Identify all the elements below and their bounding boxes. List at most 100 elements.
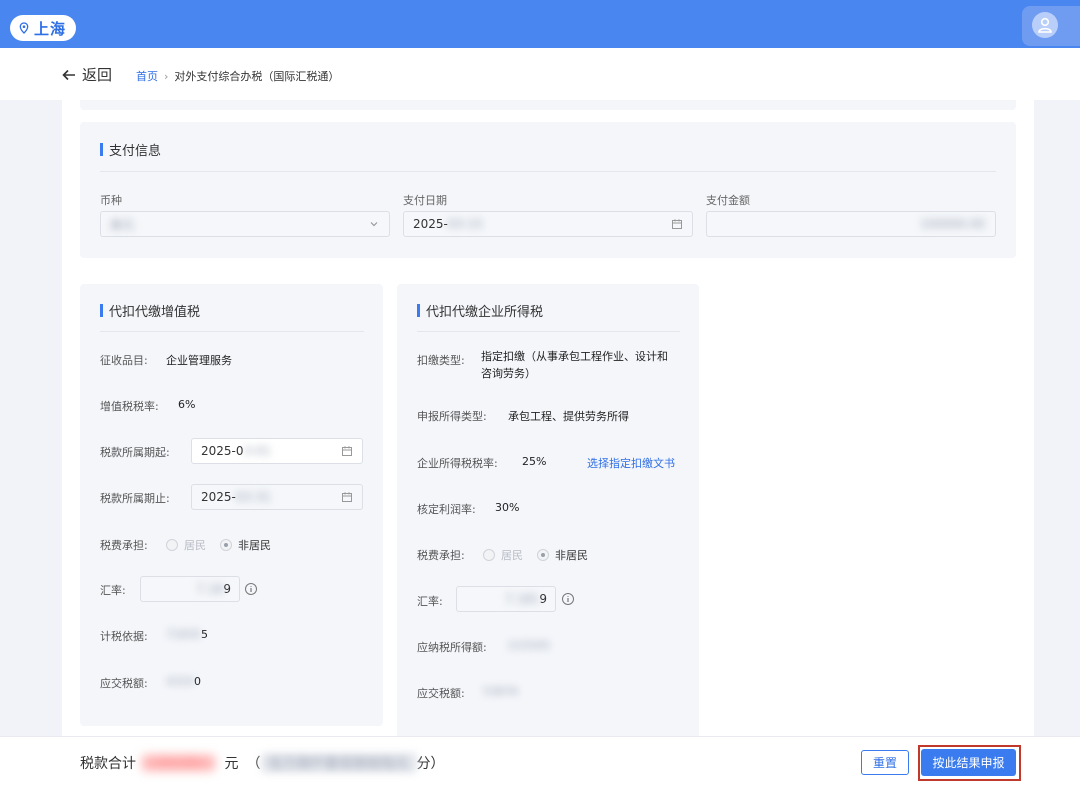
- payment-info-title: 支付信息: [100, 140, 161, 159]
- profit-rate-label: 核定利润率:: [417, 503, 476, 516]
- cit-card: 代扣代缴企业所得税 扣缴类型: 指定扣缴（从事承包工程作业、设计和 咨询劳务） …: [397, 284, 699, 736]
- period-end-hidden: 03-31: [235, 490, 271, 504]
- tax-total-amount: 58186: [142, 755, 215, 771]
- form-sheet: 支付信息 币种 美元 支付日期 2025- 03-15 支付金额 100000.…: [62, 100, 1034, 736]
- tax-base-value: 718355: [166, 628, 208, 641]
- period-start-label: 税款所属期起:: [100, 446, 170, 459]
- tax-due-visible: 0: [194, 675, 201, 688]
- words-tail: 分）: [416, 756, 445, 772]
- withholding-type-label: 扣缴类型:: [417, 354, 465, 367]
- exchange-rate-input[interactable]: 7.18 9: [140, 576, 240, 602]
- open-paren: （: [246, 756, 261, 772]
- info-icon[interactable]: [244, 582, 258, 596]
- tax-base-hidden: 71835: [166, 628, 201, 641]
- vat-title: 代扣代缴增值税: [100, 301, 200, 320]
- tax-item-label: 征收品目:: [100, 354, 148, 367]
- income-type-label: 申报所得类型:: [417, 410, 487, 423]
- submit-declaration-button[interactable]: 按此结果申报: [921, 749, 1016, 776]
- exchange-rate-value: 9: [539, 592, 547, 606]
- tax-total: 税款合计 58186 元 （ 伍万捌仟壹佰捌拾陆元 分）: [80, 753, 445, 773]
- tax-bearer-radio-group: 居民 非居民: [166, 537, 271, 553]
- vat-rate-value: 6%: [178, 398, 196, 411]
- nonresident-radio-label: 非居民: [238, 539, 271, 552]
- cit-rate-label: 企业所得税税率:: [417, 457, 498, 470]
- vat-card: 代扣代缴增值税 征收品目: 企业管理服务 增值税税率: 6% 税款所属期起: 2…: [80, 284, 383, 726]
- top-bar: 上海: [0, 0, 1080, 48]
- period-start-hidden: 3-01: [243, 444, 271, 458]
- exchange-rate-label: 汇率:: [417, 595, 443, 608]
- vat-rate-label: 增值税税率:: [100, 400, 159, 413]
- info-icon[interactable]: [561, 592, 575, 606]
- user-icon: [1038, 17, 1052, 33]
- payment-date-input[interactable]: 2025- 03-15: [403, 211, 693, 237]
- footer-bar: 税款合计 58186 元 （ 伍万捌仟壹佰捌拾陆元 分） 重置 按此结果申报: [0, 736, 1080, 786]
- tax-base-label: 计税依据:: [100, 630, 148, 643]
- select-document-link[interactable]: 选择指定扣缴文书: [587, 455, 675, 471]
- breadcrumb-bar: 返回 首页 › 对外支付综合办税（国际汇税通）: [0, 48, 1080, 100]
- exchange-rate-hidden: 7.181: [505, 592, 540, 606]
- withholding-type-line2: 咨询劳务）: [481, 367, 536, 380]
- period-end-label: 税款所属期止:: [100, 492, 170, 505]
- avatar: [1032, 12, 1058, 38]
- back-button[interactable]: 返回: [62, 64, 112, 85]
- location-pin-icon: [19, 22, 29, 34]
- chevron-down-icon: [370, 222, 378, 227]
- nonresident-radio[interactable]: [537, 549, 549, 561]
- taxable-income-label: 应纳税所得额:: [417, 641, 487, 654]
- payment-date-label: 支付日期: [403, 194, 447, 207]
- back-label: 返回: [82, 66, 113, 84]
- breadcrumb-current: 对外支付综合办税（国际汇税通）: [174, 70, 340, 83]
- calendar-icon: [342, 492, 352, 502]
- currency-value: 美元: [110, 217, 135, 232]
- amount-label: 支付金额: [706, 194, 750, 207]
- cit-title: 代扣代缴企业所得税: [417, 301, 543, 320]
- period-end-value: 2025-: [201, 490, 236, 504]
- section-marker: [100, 143, 103, 156]
- resident-radio-label: 居民: [501, 549, 523, 562]
- taxable-income-hidden: 215505: [508, 639, 550, 652]
- section-title-text: 代扣代缴增值税: [109, 305, 201, 320]
- city-name: 上海: [34, 19, 67, 38]
- calendar-icon: [342, 446, 352, 456]
- cit-rate-value: 25%: [522, 455, 547, 468]
- income-type-value: 承包工程、提供劳务所得: [508, 410, 629, 423]
- exchange-rate-value: 9: [223, 582, 231, 596]
- cit-tax-due-label: 应交税额:: [417, 687, 465, 700]
- nonresident-radio-label: 非居民: [555, 549, 588, 562]
- exchange-rate-label: 汇率:: [100, 584, 126, 597]
- resident-radio[interactable]: [483, 549, 495, 561]
- payment-date-hidden: 03-15: [447, 217, 483, 231]
- section-title-text: 代扣代缴企业所得税: [426, 305, 544, 320]
- period-end-input[interactable]: 2025- 03-31: [191, 484, 363, 510]
- calendar-icon: [672, 219, 682, 229]
- section-marker: [100, 304, 103, 317]
- arrow-left-icon: [62, 69, 75, 80]
- currency-label: 币种: [100, 194, 122, 207]
- breadcrumb-home[interactable]: 首页: [136, 68, 158, 84]
- period-start-input[interactable]: 2025-0 3-01: [191, 438, 363, 464]
- tax-item-value: 企业管理服务: [166, 354, 232, 367]
- tax-bearer-label: 税费承担:: [417, 549, 465, 562]
- tax-due-value: 43100: [166, 675, 201, 688]
- tax-bearer-label: 税费承担:: [100, 539, 148, 552]
- exchange-rate-input[interactable]: 7.181 9: [456, 586, 556, 612]
- resident-radio[interactable]: [166, 539, 178, 551]
- breadcrumb: 首页 › 对外支付综合办税（国际汇税通）: [136, 68, 339, 84]
- payment-date-value: 2025-: [413, 217, 448, 231]
- cit-tax-due-value: 53876: [483, 685, 518, 698]
- city-selector[interactable]: 上海: [10, 15, 77, 41]
- reset-button[interactable]: 重置: [861, 750, 909, 775]
- tax-due-hidden: 4310: [166, 675, 194, 688]
- divider: [100, 331, 364, 332]
- amount-input[interactable]: 100000.00: [706, 211, 996, 237]
- content-area: 支付信息 币种 美元 支付日期 2025- 03-15 支付金额 100000.…: [0, 100, 1080, 736]
- payment-info-card: 支付信息 币种 美元 支付日期 2025- 03-15 支付金额 100000.…: [80, 122, 1016, 258]
- previous-section-card: [80, 100, 1016, 110]
- nonresident-radio[interactable]: [220, 539, 232, 551]
- currency-select[interactable]: 美元: [100, 211, 390, 237]
- cit-tax-due-hidden: 53876: [483, 685, 518, 698]
- withholding-type-line1: 指定扣缴（从事承包工程作业、设计和: [481, 350, 668, 363]
- user-menu[interactable]: [1022, 6, 1080, 46]
- tax-total-in-words: 伍万捌仟壹佰捌拾陆元: [260, 753, 417, 773]
- yuan-unit: 元: [224, 756, 239, 772]
